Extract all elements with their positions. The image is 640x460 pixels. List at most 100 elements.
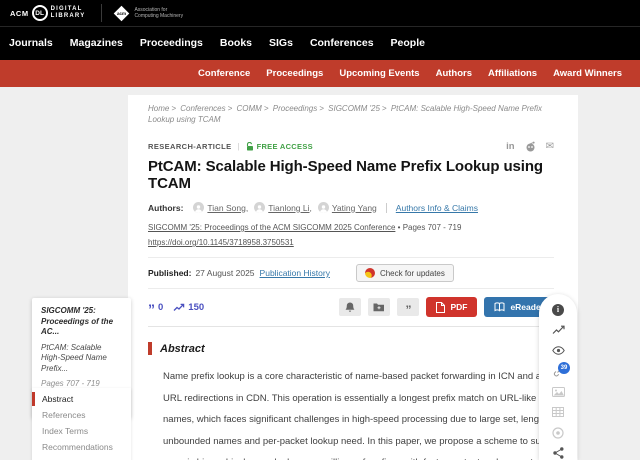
section-accent-bar (148, 342, 152, 355)
acm-logo-text: ACM (10, 9, 29, 18)
conference-subnav: Conference Proceedings Upcoming Events A… (0, 60, 640, 87)
card-proceedings-title[interactable]: SIGCOMM '25: Proceedings of the AC... (41, 306, 122, 338)
author-link-tian-song[interactable]: Tian Song (207, 203, 245, 213)
author-link-tianlong-li[interactable]: Tianlong Li (268, 203, 309, 213)
breadcrumb-home[interactable]: Home (148, 104, 169, 113)
meta-divider: | (237, 142, 239, 151)
share-icon[interactable] (551, 447, 565, 460)
menu-item-references[interactable]: References (32, 407, 131, 423)
menu-item-abstract[interactable]: Abstract (32, 391, 131, 407)
article-meta-row: RESEARCH-ARTICLE | FREE ACCESS in ✉ (148, 141, 554, 152)
digital-text: DIGITAL (51, 6, 86, 13)
nav-item-conferences[interactable]: Conferences (310, 37, 374, 49)
trending-icon (173, 303, 185, 312)
pdf-file-icon (436, 302, 445, 313)
ereader-icon (494, 302, 505, 312)
tables-icon[interactable] (551, 406, 565, 420)
menu-item-comments[interactable]: Comments (32, 455, 131, 460)
social-share-icons: in ✉ (506, 141, 554, 152)
association-line2: Computing Machinery (134, 13, 183, 19)
subnav-item-upcoming-events[interactable]: Upcoming Events (339, 68, 419, 79)
published-date: 27 August 2025 (195, 268, 254, 278)
library-text: LIBRARY (51, 13, 86, 20)
breadcrumb-conferences[interactable]: Conferences (180, 104, 225, 113)
views-metric: 150 (173, 302, 204, 313)
menu-item-index-terms[interactable]: Index Terms (32, 423, 131, 439)
nav-item-books[interactable]: Books (220, 37, 252, 49)
proceedings-link[interactable]: SIGCOMM '25: Proceedings of the ACM SIGC… (148, 223, 395, 232)
acm-dl-logo[interactable]: ACM DL DIGITAL LIBRARY (10, 5, 85, 21)
media-icon[interactable] (551, 426, 565, 440)
breadcrumb-sigcomm25[interactable]: SIGCOMM '25 (328, 104, 380, 113)
citation-count: 0 (158, 302, 163, 313)
free-access-label: FREE ACCESS (257, 142, 313, 151)
site-header: ACM DL DIGITAL LIBRARY acm Association f… (0, 0, 640, 60)
reader-toolbar: i 39 (539, 294, 577, 460)
dl-gear-icon: DL (32, 5, 48, 21)
header-divider (101, 4, 102, 22)
subnav-item-authors[interactable]: Authors (436, 68, 472, 79)
email-icon[interactable]: ✉ (546, 141, 554, 152)
metrics-icon[interactable] (551, 324, 565, 338)
publication-history-link[interactable]: Publication History (260, 268, 330, 278)
bell-icon (345, 302, 355, 313)
linkedin-icon[interactable]: in (506, 141, 514, 152)
card-article-title: PtCAM: Scalable High-Speed Name Prefix..… (41, 343, 122, 375)
nav-item-people[interactable]: People (391, 37, 425, 49)
check-for-updates-button[interactable]: Check for updates (356, 264, 454, 282)
authors-label: Authors: (148, 203, 183, 213)
acm-diamond-icon: acm (114, 5, 130, 21)
article-title: PtCAM: Scalable High-Speed Name Prefix L… (148, 158, 554, 192)
pages-label: Pages 707 - 719 (403, 223, 462, 232)
alerts-button[interactable] (339, 298, 361, 316)
nav-item-journals[interactable]: Journals (9, 37, 53, 49)
pdf-button[interactable]: PDF (426, 297, 477, 317)
save-to-binder-button[interactable] (368, 298, 390, 316)
references-icon[interactable]: 39 (551, 365, 565, 379)
metrics-row: ” 0 150 ” PDF (148, 289, 554, 327)
breadcrumb-proceedings[interactable]: Proceedings (273, 104, 317, 113)
pdf-label: PDF (450, 302, 467, 312)
logo-bar: ACM DL DIGITAL LIBRARY acm Association f… (0, 0, 640, 27)
abstract-heading: Abstract (160, 343, 205, 355)
info-icon[interactable]: i (551, 303, 565, 317)
subnav-item-award-winners[interactable]: Award Winners (553, 68, 622, 79)
article-type-label: RESEARCH-ARTICLE (148, 142, 231, 151)
published-row: Published: 27 August 2025 Publication Hi… (148, 257, 554, 289)
subnav-item-affiliations[interactable]: Affiliations (488, 68, 537, 79)
author-avatar (254, 202, 265, 213)
breadcrumb-separator: > (171, 104, 176, 113)
check-for-updates-label: Check for updates (380, 269, 445, 278)
unlock-icon (246, 142, 254, 151)
author-separator: , (310, 203, 312, 213)
acm-dl-page: ACM DL DIGITAL LIBRARY acm Association f… (0, 0, 640, 460)
nav-item-proceedings[interactable]: Proceedings (140, 37, 203, 49)
crossmark-icon (365, 268, 375, 278)
bullet-separator: • (398, 223, 401, 232)
author-link-yating-yang[interactable]: Yating Yang (332, 203, 377, 213)
references-count-badge: 39 (558, 362, 570, 374)
acm-diamond-text: acm (117, 10, 126, 15)
nav-item-sigs[interactable]: SIGs (269, 37, 293, 49)
publication-line: SIGCOMM '25: Proceedings of the ACM SIGC… (148, 223, 554, 232)
subnav-item-conference[interactable]: Conference (198, 68, 250, 79)
menu-item-recommendations[interactable]: Recommendations (32, 439, 131, 455)
figures-icon[interactable] (551, 385, 565, 399)
nav-item-magazines[interactable]: Magazines (70, 37, 123, 49)
citation-quote-icon: ” (148, 305, 155, 313)
eye-icon[interactable] (551, 344, 565, 358)
breadcrumb-separator: > (382, 104, 387, 113)
reddit-icon[interactable] (525, 141, 536, 152)
doi-link[interactable]: https://doi.org/10.1145/3718958.3750531 (148, 238, 294, 247)
abstract-text: Name prefix lookup is a core characteris… (148, 366, 568, 460)
association-text: Association for Computing Machinery (134, 7, 183, 19)
free-access-badge: FREE ACCESS (246, 142, 313, 151)
section-menu: Abstract References Index Terms Recommen… (32, 388, 131, 460)
main-nav: Journals Magazines Proceedings Books SIG… (0, 27, 640, 59)
breadcrumb-comm[interactable]: COMM (237, 104, 262, 113)
cite-button[interactable]: ” (397, 298, 419, 316)
subnav-item-proceedings[interactable]: Proceedings (266, 68, 323, 79)
acm-association-logo[interactable]: acm Association for Computing Machinery (116, 7, 183, 19)
authors-info-claims-link[interactable]: Authors Info & Claims (396, 203, 478, 213)
article-panel: Home> Conferences> COMM> Proceedings> SI… (128, 95, 578, 460)
